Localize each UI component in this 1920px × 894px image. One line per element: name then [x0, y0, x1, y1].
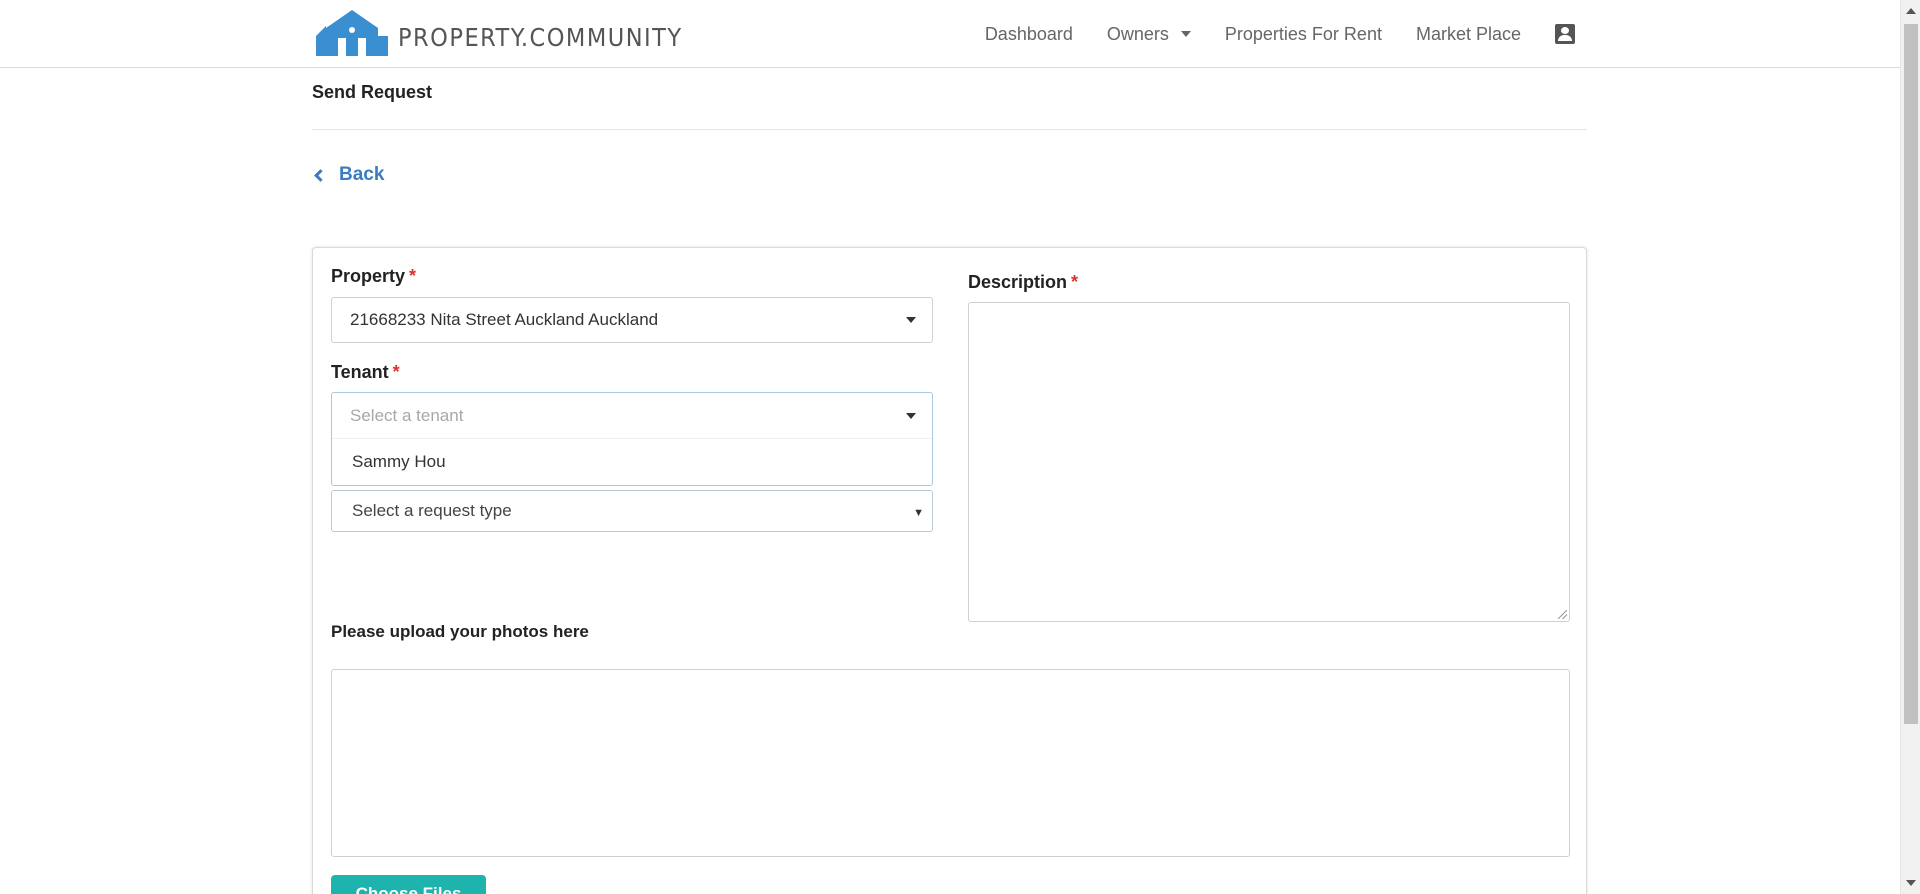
- request-form-card: Property * 21668233 Nita Street Auckland …: [312, 247, 1587, 894]
- caret-down-icon: ▼: [913, 507, 924, 519]
- brand-logo[interactable]: PROPERTY.COMMUNITY: [316, 6, 683, 58]
- property-label-text: Property: [331, 266, 406, 286]
- request-type-select[interactable]: Select a request type ▼: [331, 490, 933, 532]
- tenant-dropdown[interactable]: Select a tenant Sammy Hou: [331, 392, 933, 486]
- required-marker: *: [409, 266, 417, 286]
- brand-name: PROPERTY.COMMUNITY: [398, 23, 683, 52]
- photo-upload-area[interactable]: [331, 669, 1570, 857]
- property-label: Property *: [331, 266, 416, 287]
- caret-down-icon: [906, 412, 916, 419]
- header-divider: [312, 129, 1587, 130]
- back-label: Back: [339, 164, 385, 185]
- house-logo-icon: [316, 10, 388, 56]
- top-navbar: PROPERTY.COMMUNITY Dashboard Owners Prop…: [0, 0, 1900, 68]
- description-textarea[interactable]: [968, 302, 1570, 622]
- tenant-option-label: Sammy Hou: [352, 452, 446, 471]
- main-nav: Dashboard Owners Properties For Rent Mar…: [951, 0, 1575, 68]
- resize-grip-icon[interactable]: [1558, 610, 1567, 619]
- tenant-label-text: Tenant: [331, 362, 389, 382]
- description-label: Description *: [968, 272, 1078, 293]
- nav-properties-label: Properties For Rent: [1224, 23, 1382, 44]
- nav-dashboard[interactable]: Dashboard: [985, 24, 1073, 45]
- page-scrollbar[interactable]: [1900, 0, 1920, 894]
- contact-icon[interactable]: [1555, 24, 1575, 44]
- upload-label: Please upload your photos here: [331, 622, 589, 641]
- required-marker: *: [1071, 272, 1079, 292]
- scroll-down-icon[interactable]: [1906, 880, 1916, 886]
- scroll-up-icon[interactable]: [1906, 8, 1916, 14]
- nav-market-label: Market Place: [1415, 23, 1521, 44]
- back-link[interactable]: Back: [314, 164, 385, 186]
- required-marker: *: [392, 362, 400, 382]
- property-select[interactable]: 21668233 Nita Street Auckland Auckland: [331, 297, 933, 343]
- nav-market-place[interactable]: Market Place: [1416, 24, 1521, 45]
- choose-files-button[interactable]: Choose Files: [331, 875, 486, 894]
- tenant-option[interactable]: Sammy Hou: [332, 439, 932, 485]
- page-title: Send Request: [312, 82, 433, 102]
- tenant-select[interactable]: Select a tenant: [332, 393, 932, 439]
- caret-down-icon: [1180, 31, 1191, 37]
- nav-properties-for-rent[interactable]: Properties For Rent: [1225, 24, 1382, 45]
- request-type-placeholder: Select a request type: [352, 501, 512, 520]
- property-select-value: 21668233 Nita Street Auckland Auckland: [350, 310, 659, 329]
- tenant-label: Tenant *: [331, 362, 400, 383]
- tenant-placeholder: Select a tenant: [350, 405, 464, 425]
- chevron-left-icon: [314, 168, 327, 182]
- scroll-thumb[interactable]: [1904, 24, 1918, 724]
- caret-down-icon: [906, 317, 916, 323]
- nav-owners[interactable]: Owners: [1107, 24, 1191, 45]
- nav-dashboard-label: Dashboard: [984, 23, 1073, 44]
- nav-owners-label: Owners: [1106, 23, 1169, 44]
- description-label-text: Description: [968, 272, 1068, 292]
